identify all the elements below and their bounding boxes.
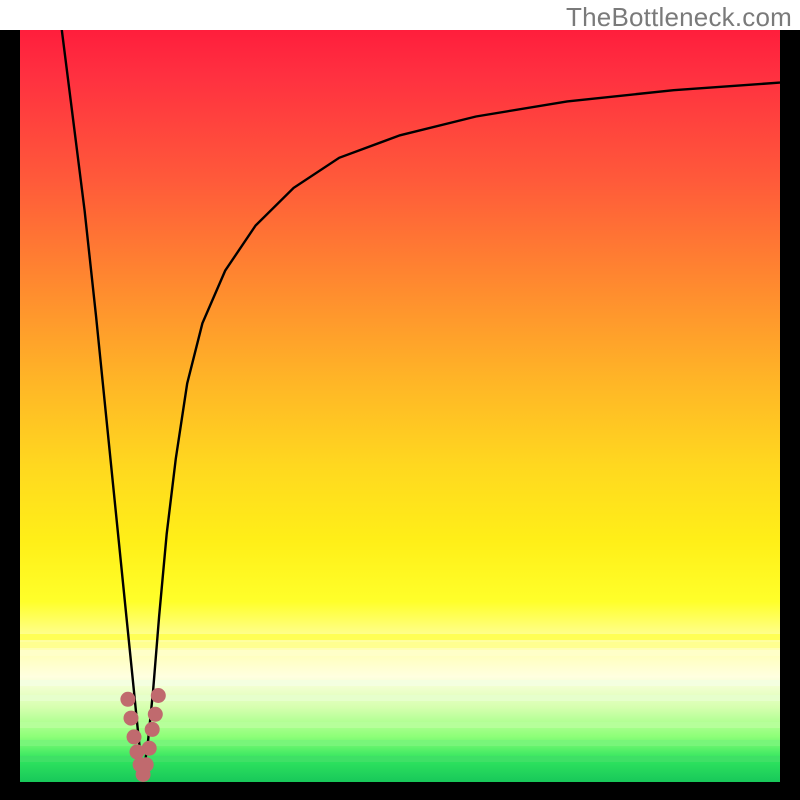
chart-stage: TheBottleneck.com xyxy=(0,0,800,800)
watermark-text: TheBottleneck.com xyxy=(566,2,792,33)
plot-area xyxy=(20,30,780,782)
dip-bead xyxy=(151,688,166,703)
dip-bead xyxy=(124,711,139,726)
dip-bead xyxy=(120,692,135,707)
dip-bead xyxy=(139,757,154,772)
curve-left xyxy=(62,30,143,775)
dip-bead xyxy=(145,722,160,737)
dip-bead xyxy=(142,741,157,756)
curve-right xyxy=(143,83,780,775)
dip-markers xyxy=(120,688,165,782)
curve-layer xyxy=(20,30,780,782)
dip-bead xyxy=(148,707,163,722)
dip-bead xyxy=(127,729,142,744)
chart-frame xyxy=(0,30,800,800)
